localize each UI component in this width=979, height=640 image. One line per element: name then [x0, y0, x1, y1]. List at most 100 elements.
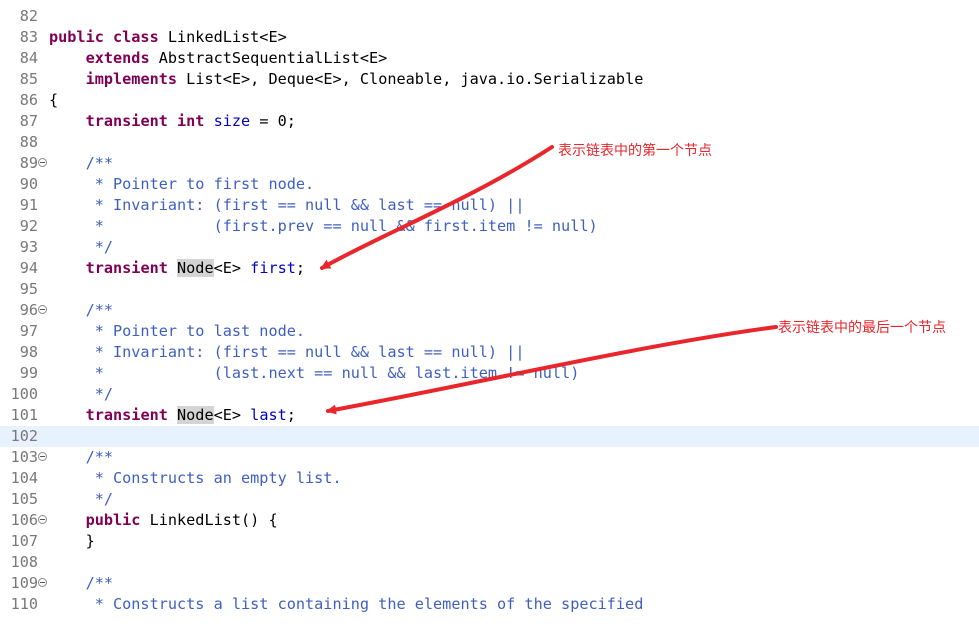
code-line[interactable]: 105 */ [0, 489, 979, 510]
code-token-doc: * Constructs an empty list. [49, 469, 342, 487]
line-number: 100 [10, 385, 38, 403]
line-number: 103 [10, 448, 38, 466]
code-line[interactable]: 85 implements List<E>, Deque<E>, Cloneab… [0, 69, 979, 90]
code-token-doc: * Pointer to last node. [49, 322, 306, 340]
code-text: { [49, 90, 58, 111]
code-token-doc: * Invariant: (first == null && last == n… [49, 343, 525, 361]
line-number: 87 [19, 112, 38, 130]
code-line[interactable]: 103⊖ /** [0, 447, 979, 468]
line-number: 84 [19, 49, 38, 67]
code-token-hl: Node [177, 259, 214, 277]
code-token-plain: } [49, 532, 95, 550]
line-number: 98 [19, 343, 38, 361]
code-token-plain: = 0; [250, 112, 296, 130]
code-text: * (first.prev == null && first.item != n… [49, 216, 598, 237]
fold-minus-icon [40, 309, 45, 310]
code-line[interactable]: 101 transient Node<E> last; [0, 405, 979, 426]
code-token-doc: * (first.prev == null && first.item != n… [49, 217, 598, 235]
code-line[interactable]: 86 { [0, 90, 979, 111]
code-line[interactable]: 110 * Constructs a list containing the e… [0, 594, 979, 615]
code-line[interactable]: 98 * Invariant: (first == null && last =… [0, 342, 979, 363]
code-token-plain: <E> [213, 406, 251, 424]
line-number: 97 [19, 322, 38, 340]
code-token-field: size [213, 112, 251, 130]
code-line[interactable]: 108 [0, 552, 979, 573]
code-line[interactable]: 87 transient int size = 0; [0, 111, 979, 132]
code-text: * Pointer to last node. [49, 321, 305, 342]
fold-minus-icon [40, 582, 45, 583]
code-line[interactable]: 83 public class LinkedList<E> [0, 27, 979, 48]
fold-minus-icon [40, 162, 45, 163]
code-line[interactable]: 82 [0, 6, 979, 27]
code-token-plain: ; [286, 406, 296, 424]
code-token-hl: Node [177, 406, 214, 424]
line-number: 107 [10, 532, 38, 550]
code-line[interactable]: 100 */ [0, 384, 979, 405]
annotation-last-node: 表示链表中的最后一个节点 [778, 320, 946, 336]
code-text: */ [49, 384, 113, 405]
code-text: implements List<E>, Deque<E>, Cloneable,… [49, 69, 644, 90]
code-token-plain: LinkedList<E> [167, 28, 287, 46]
code-text: transient int size = 0; [49, 111, 296, 132]
line-number: 109 [10, 574, 38, 592]
code-text: } [49, 531, 95, 552]
line-number: 110 [10, 595, 38, 613]
code-text: /** [49, 153, 113, 174]
line-number: 101 [10, 406, 38, 424]
code-line[interactable]: 88 [0, 132, 979, 153]
code-line[interactable]: 107 } [0, 531, 979, 552]
code-text: transient Node<E> first; [49, 258, 305, 279]
code-line[interactable]: 95 [0, 279, 979, 300]
code-text: * (last.next == null && last.item != nul… [49, 363, 580, 384]
code-line[interactable]: 102 [0, 426, 979, 447]
line-number: 83 [19, 28, 38, 46]
annotation-first-node: 表示链表中的第一个节点 [558, 143, 712, 159]
code-token-kw: extends [85, 49, 159, 67]
code-line[interactable]: 89⊖ /** [0, 153, 979, 174]
code-line[interactable]: 84 extends AbstractSequentialList<E> [0, 48, 979, 69]
code-text: /** [49, 573, 113, 594]
code-line[interactable]: 93 */ [0, 237, 979, 258]
code-line[interactable]: 109⊖ /** [0, 573, 979, 594]
code-text: */ [49, 489, 113, 510]
code-line[interactable]: 92 * (first.prev == null && first.item !… [0, 216, 979, 237]
code-token-plain: AbstractSequentialList<E> [158, 49, 388, 67]
code-text: extends AbstractSequentialList<E> [49, 48, 388, 69]
line-number: 82 [19, 7, 38, 25]
code-token-plain: { [49, 91, 59, 109]
code-text: * Pointer to first node. [49, 174, 314, 195]
line-number: 95 [19, 280, 38, 298]
code-text: /** [49, 300, 113, 321]
code-token-plain: List<E>, Deque<E>, Cloneable, java.io.Se… [186, 70, 644, 88]
code-line[interactable]: 106⊖ public LinkedList() { [0, 510, 979, 531]
line-number: 91 [19, 196, 38, 214]
code-token-doc: */ [49, 490, 114, 508]
line-number: 96 [19, 301, 38, 319]
code-token-doc: /** [49, 154, 114, 172]
code-text: transient Node<E> last; [49, 405, 296, 426]
line-number: 105 [10, 490, 38, 508]
code-line[interactable]: 99 * (last.next == null && last.item != … [0, 363, 979, 384]
code-token-field: first [250, 259, 296, 277]
code-text: * Invariant: (first == null && last == n… [49, 195, 525, 216]
code-token-field: last [250, 406, 287, 424]
code-token-doc: */ [49, 385, 114, 403]
code-line[interactable]: 91 * Invariant: (first == null && last =… [0, 195, 979, 216]
code-text: public class LinkedList<E> [49, 27, 287, 48]
code-line[interactable]: 104 * Constructs an empty list. [0, 468, 979, 489]
code-token-doc: * (last.next == null && last.item != nul… [49, 364, 580, 382]
code-text: */ [49, 237, 113, 258]
code-token-plain: LinkedList() { [149, 511, 278, 529]
code-token-kw: public [85, 511, 150, 529]
code-line[interactable]: 90 * Pointer to first node. [0, 174, 979, 195]
line-number: 104 [10, 469, 38, 487]
fold-minus-icon [40, 519, 45, 520]
code-token-doc: /** [49, 301, 114, 319]
code-line[interactable]: 94 transient Node<E> first; [0, 258, 979, 279]
code-token-kw: transient int [85, 112, 214, 130]
